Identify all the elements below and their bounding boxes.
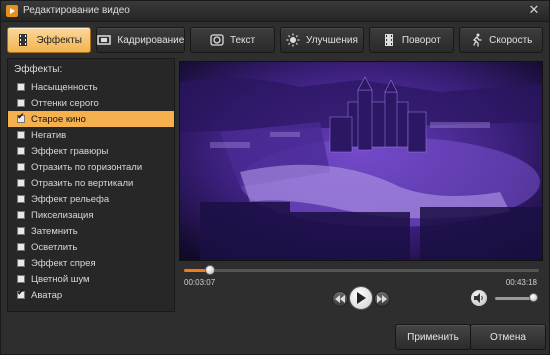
effect-label: Старое кино xyxy=(31,113,86,125)
tab-effects-label: Эффекты xyxy=(36,34,82,46)
effect-label: Пикселизация xyxy=(31,209,94,221)
close-button[interactable]: ✕ xyxy=(527,3,541,17)
play-button[interactable] xyxy=(349,286,373,310)
effect-item[interactable]: Эффект гравюры xyxy=(8,143,174,159)
tab-speed-label: Скорость xyxy=(489,34,533,46)
effect-label: Аватар xyxy=(31,289,63,301)
effect-item[interactable]: Оттенки серого xyxy=(8,95,174,111)
rotate-film-icon xyxy=(382,33,396,47)
effect-checkbox[interactable] xyxy=(17,163,25,171)
total-time: 00:43:18 xyxy=(505,278,537,287)
effect-item[interactable]: Пикселизация xyxy=(8,207,174,223)
progress-thumb[interactable] xyxy=(204,265,215,275)
effect-label: Насыщенность xyxy=(31,81,98,93)
effect-checkbox[interactable] xyxy=(17,211,25,219)
playback-progress-bar[interactable] xyxy=(184,265,539,275)
running-man-icon xyxy=(469,33,483,47)
effects-panel: Эффекты: Насыщенность Оттенки серого Ста… xyxy=(7,58,175,312)
tab-enhance-label: Улучшения xyxy=(306,34,358,46)
cancel-button[interactable]: Отмена xyxy=(470,324,546,350)
effect-label: Отразить по горизонтали xyxy=(31,161,143,173)
effect-checkbox[interactable] xyxy=(17,83,25,91)
tab-crop[interactable]: Кадрирование xyxy=(96,27,186,53)
sun-enhance-icon xyxy=(286,33,300,47)
effect-checkbox[interactable] xyxy=(17,259,25,267)
effect-item[interactable]: Старое кино xyxy=(8,111,174,127)
effect-checkbox[interactable] xyxy=(17,179,25,187)
effect-checkbox[interactable] xyxy=(17,147,25,155)
effect-label: Эффект спрея xyxy=(31,257,96,269)
tab-text[interactable]: Текст xyxy=(190,27,275,53)
effect-checkbox[interactable] xyxy=(17,99,25,107)
skip-back-icon xyxy=(335,295,345,303)
current-time: 00:03:07 xyxy=(184,278,216,287)
play-icon xyxy=(357,292,366,304)
app-logo-icon xyxy=(6,5,18,17)
tab-effects[interactable]: Эффекты xyxy=(7,27,92,53)
speaker-icon xyxy=(474,293,483,303)
effect-label: Оттенки серого xyxy=(31,97,99,109)
title-bar: Редактирование видео ✕ xyxy=(1,1,549,22)
video-editor-window: Редактирование видео ✕ Эффекты Кадрирова… xyxy=(0,0,550,355)
apply-button[interactable]: Применить xyxy=(395,324,471,350)
castle-scene-image xyxy=(180,62,542,260)
tab-enhance[interactable]: Улучшения xyxy=(279,27,365,53)
effect-checkbox[interactable] xyxy=(17,243,25,251)
effect-item[interactable]: Отразить по горизонтали xyxy=(8,159,174,175)
tab-rotate-label: Поворот xyxy=(401,34,441,46)
tab-speed[interactable]: Скорость xyxy=(458,27,543,53)
next-button[interactable] xyxy=(374,291,390,307)
effect-item[interactable]: Насыщенность xyxy=(8,79,174,95)
effect-item[interactable]: Аватар xyxy=(8,287,174,303)
effect-checkbox[interactable] xyxy=(17,288,25,299)
skip-forward-icon xyxy=(377,295,387,303)
effect-label: Затемнить xyxy=(31,225,78,237)
tab-text-label: Текст xyxy=(229,34,256,46)
window-title: Редактирование видео xyxy=(23,5,130,16)
crop-film-icon xyxy=(97,33,112,47)
effect-label: Негатив xyxy=(31,129,67,141)
effect-item[interactable]: Осветлить xyxy=(8,239,174,255)
effect-checkbox[interactable] xyxy=(17,195,25,203)
effect-checkbox[interactable] xyxy=(17,275,25,283)
film-frame-icon xyxy=(16,33,30,47)
effect-label: Эффект рельефа xyxy=(31,193,110,205)
effects-section-label: Эффекты: xyxy=(14,64,63,75)
effect-checkbox[interactable] xyxy=(17,131,25,139)
effects-list: Насыщенность Оттенки серого Старое кино … xyxy=(8,79,174,303)
volume-button[interactable] xyxy=(471,290,487,306)
previous-button[interactable] xyxy=(332,291,348,307)
text-circle-icon xyxy=(210,33,224,47)
effect-item[interactable]: Эффект спрея xyxy=(8,255,174,271)
volume-thumb[interactable] xyxy=(529,293,538,302)
effect-item[interactable]: Затемнить xyxy=(8,223,174,239)
tab-rotate[interactable]: Поворот xyxy=(369,27,454,53)
video-preview[interactable] xyxy=(179,61,543,261)
effect-checkbox[interactable] xyxy=(17,227,25,235)
tab-crop-label: Кадрирование xyxy=(117,34,185,46)
effect-item[interactable]: Отразить по вертикали xyxy=(8,175,174,191)
effect-item[interactable]: Цветной шум xyxy=(8,271,174,287)
effect-label: Отразить по вертикали xyxy=(31,177,134,189)
effect-label: Осветлить xyxy=(31,241,78,253)
effect-item[interactable]: Эффект рельефа xyxy=(8,191,174,207)
effect-label: Цветной шум xyxy=(31,273,90,285)
tab-bar: Эффекты Кадрирование Текст Улучшения Пов… xyxy=(7,27,543,53)
effect-item[interactable]: Негатив xyxy=(8,127,174,143)
volume-slider[interactable] xyxy=(495,293,538,302)
effect-label: Эффект гравюры xyxy=(31,145,109,157)
effect-checkbox[interactable] xyxy=(17,112,25,123)
